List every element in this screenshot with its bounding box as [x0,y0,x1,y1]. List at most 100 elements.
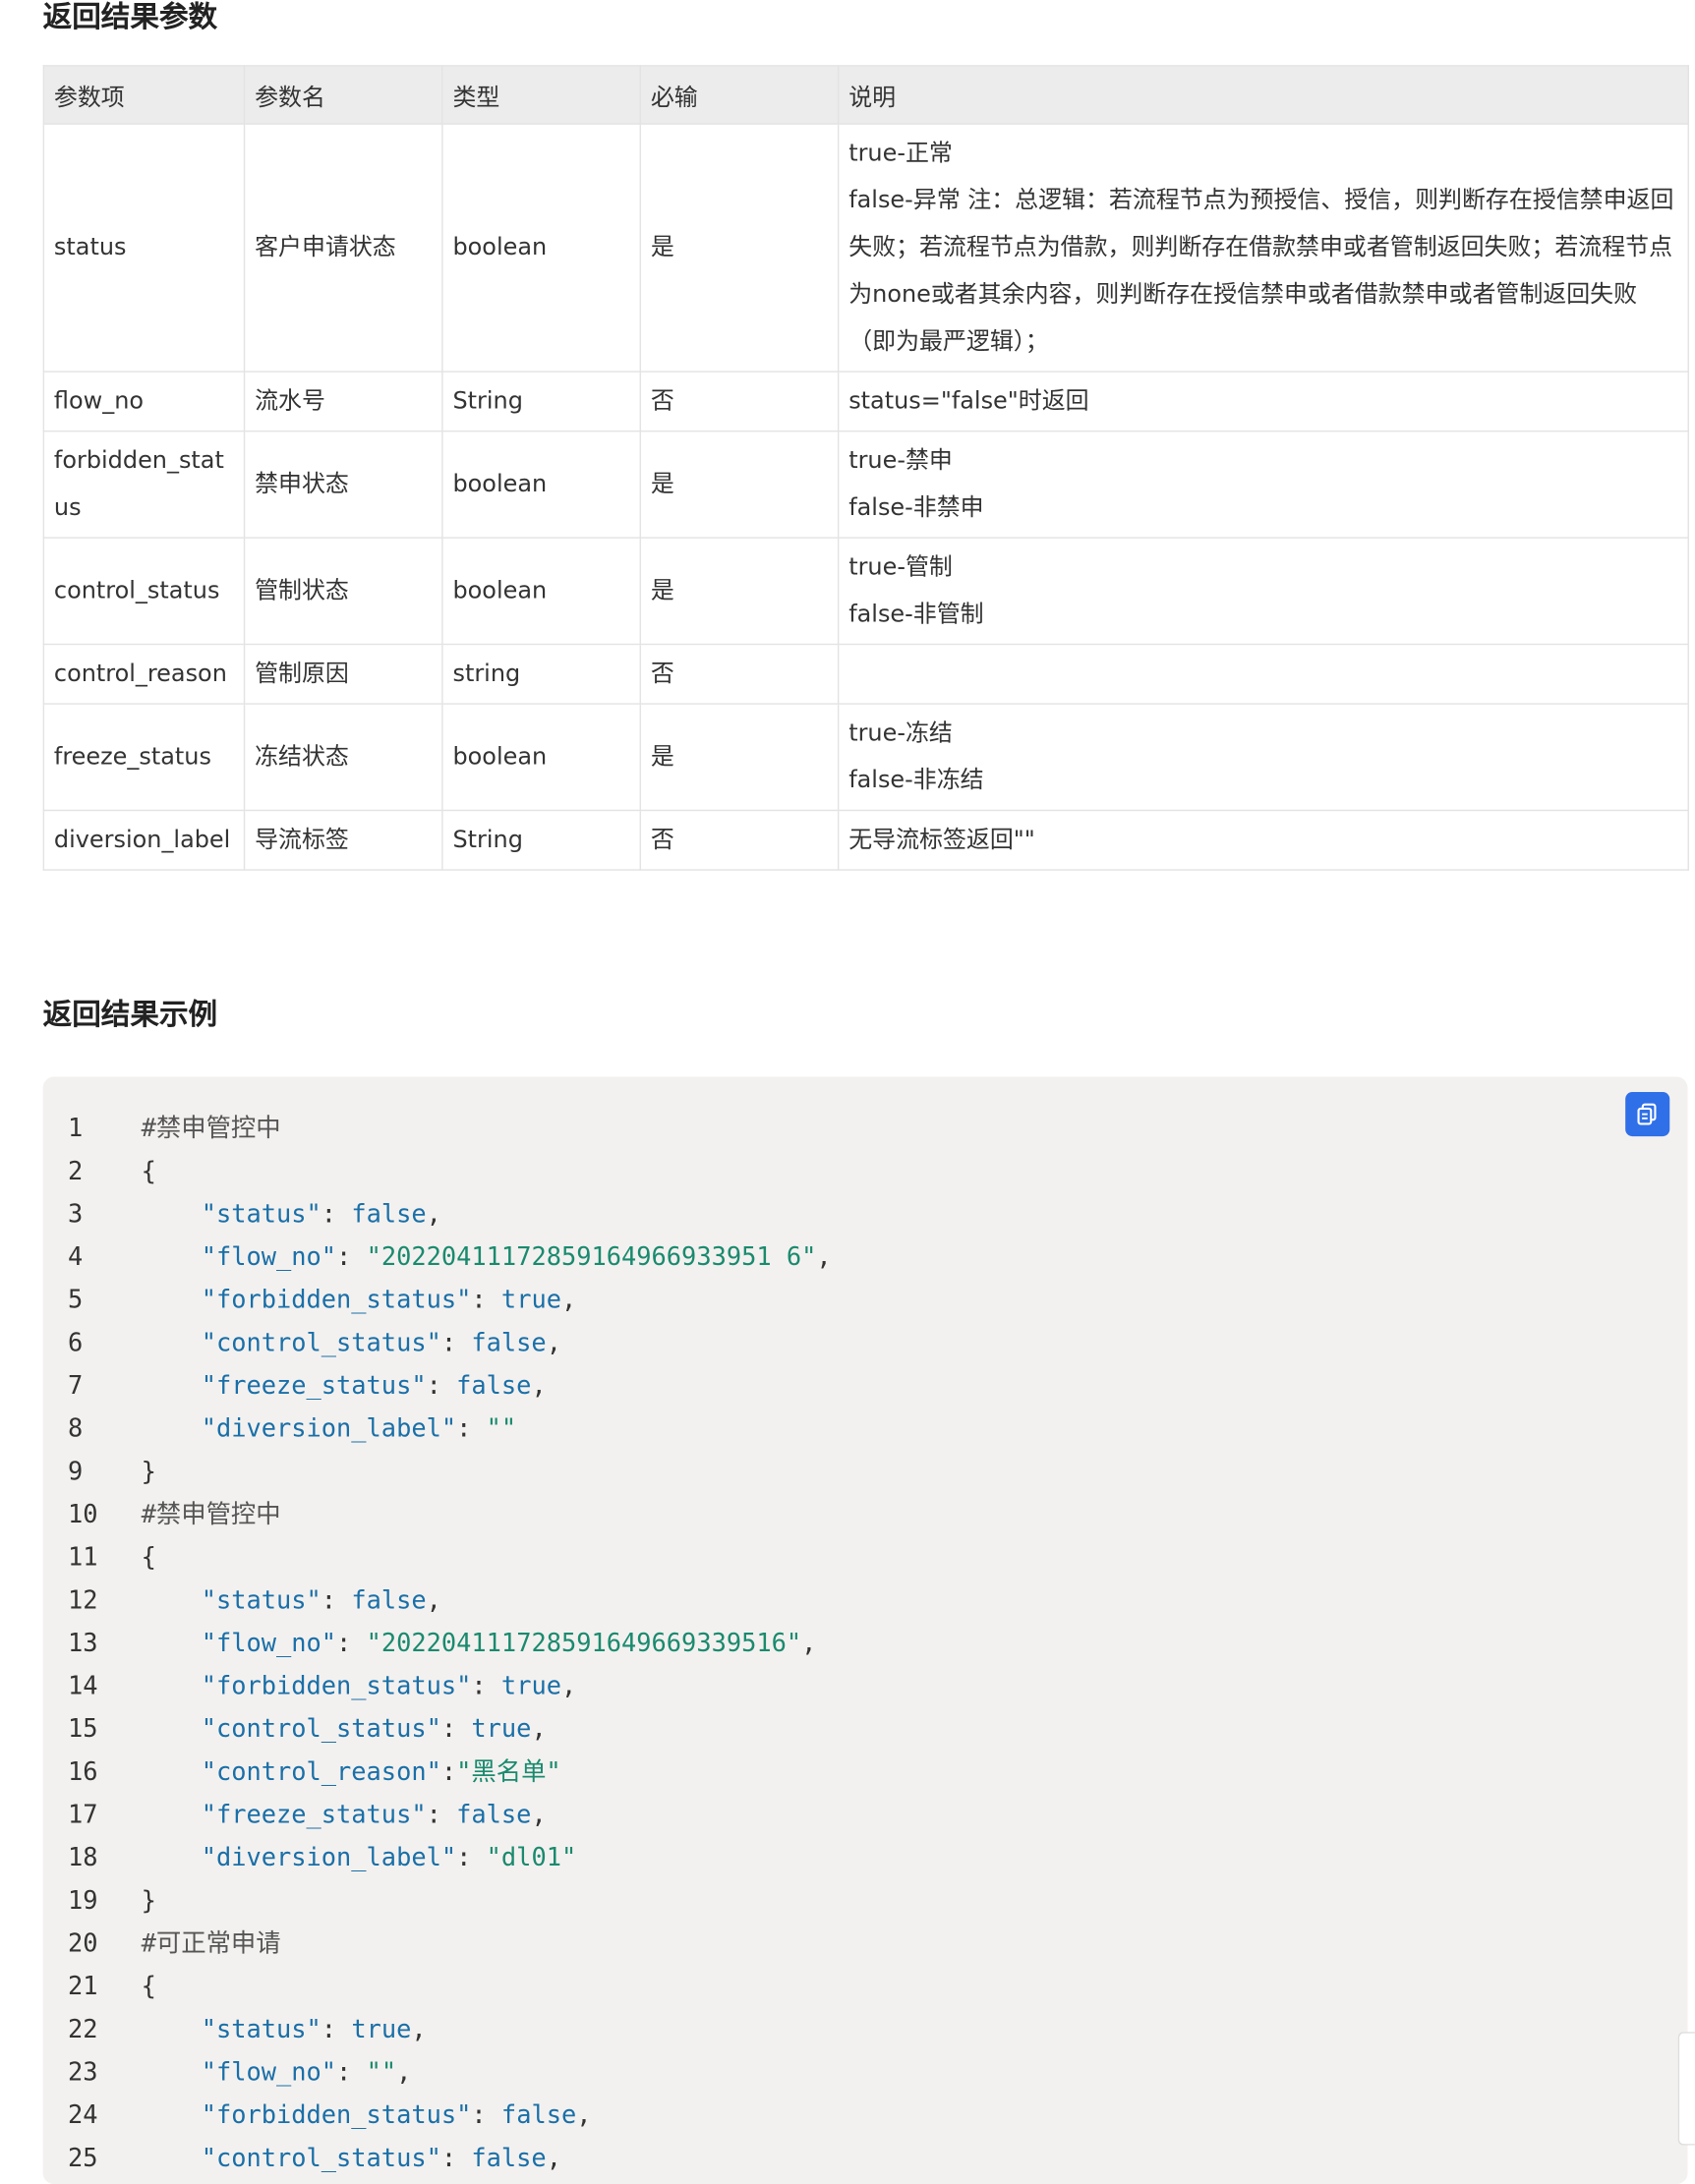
cell-required: 否 [639,809,840,871]
side-panel-handle[interactable] [1677,2032,1695,2146]
cell-desc: true-正常 false-异常 注：总逻辑：若流程节点为预授信、授信，则判断存在… [837,123,1689,373]
code-text: "status": false, [201,1199,441,1230]
cell-name: 管制原因 [243,643,443,705]
line-number: 22 [67,2015,98,2044]
code-text: "forbidden_status": true, [201,1286,577,1315]
cell-type: boolean [441,703,641,812]
line-number: 15 [67,1714,98,1745]
table-row: forbidden_status 禁申状态 boolean 是 true-禁申 false… [42,430,1689,539]
code-text: "forbidden_status": false, [201,2100,592,2131]
table-row: status 客户申请状态 boolean 是 true-正常 false-异常 注：总逻… [42,123,1689,373]
page: 返回结果参数 参数项 参数名 类型 必输 说明 status 客户申请状态 bool… [0,0,1695,2184]
line-number: 16 [67,1757,98,1787]
line-number: 20 [67,1928,98,1959]
cell-type: boolean [441,123,641,373]
code-text: "freeze_status": false, [201,1371,547,1402]
line-number: 7 [67,1371,84,1402]
cell-required: 是 [639,703,840,812]
desc-line: false-异常 注：总逻辑：若流程节点为预授信、授信，则判断存在授信禁申返回失… [848,187,1674,356]
params-table: 参数项 参数名 类型 必输 说明 status 客户申请状态 boolean 是 tru… [42,65,1689,871]
line-number: 4 [67,1242,84,1273]
desc-line: true-正常 [848,140,953,168]
table-row: control_status 管制状态 boolean 是 true-管制 false-非… [42,537,1689,646]
desc-line: true-冻结 [848,719,953,748]
code-text: "freeze_status": false, [201,1801,547,1830]
code-text: #可正常申请 [141,1928,281,1959]
col-header-name: 参数名 [243,65,443,125]
line-number: 1 [67,1114,84,1144]
copy-icon [1637,1103,1657,1125]
section-title-example: 返回结果示例 [42,998,218,1032]
cell-field: forbidden_status [42,430,246,539]
cell-name: 导流标签 [243,809,443,871]
table-row: control_reason 管制原因 string 否 [42,643,1689,705]
code-text: "forbidden_status": true, [201,1672,577,1701]
cell-field: freeze_status [42,703,246,812]
line-number: 9 [67,1457,84,1487]
code-text: { [141,1543,156,1573]
line-number: 13 [67,1629,98,1658]
line-number: 14 [67,1672,98,1701]
section-title-params: 返回结果参数 [42,0,218,33]
line-number: 6 [67,1328,84,1358]
cell-desc: true-管制 false-非管制 [837,537,1689,646]
code-text: "control_status": true, [201,1714,547,1745]
col-header-field: 参数项 [42,65,246,125]
code-text: "status": false, [201,1585,441,1616]
code-text: } [141,1886,156,1916]
cell-field: status [42,123,246,373]
line-number: 25 [67,2144,98,2173]
cell-required: 是 [639,123,840,373]
cell-required: 否 [639,643,840,705]
desc-line: status="false"时返回 [848,387,1089,416]
desc-line: true-管制 [848,553,953,582]
cell-desc: status="false"时返回 [837,371,1689,432]
line-number: 19 [67,1886,98,1916]
cell-field: diversion_label [42,809,246,871]
code-text: "flow_no": "20220411172859164966933951 6… [201,1242,832,1273]
desc-line: false-非管制 [848,601,984,629]
desc-line: false-非冻结 [848,767,984,795]
col-header-required: 必输 [639,65,840,125]
cell-type: String [441,371,641,432]
line-number: 18 [67,1843,98,1873]
cell-field: control_reason [42,643,246,705]
col-header-type: 类型 [441,65,641,125]
code-text: "diversion_label": "dl01" [201,1843,577,1873]
cell-name: 客户申请状态 [243,123,443,373]
cell-type: string [441,643,641,705]
cell-name: 冻结状态 [243,703,443,812]
code-text: "flow_no": "202204111728591649669339516"… [201,1629,817,1658]
code-text: "control_status": false, [201,2144,561,2173]
code-text: "flow_no": "", [201,2057,412,2088]
code-text: "control_reason":"黑名单" [201,1757,561,1787]
cell-type: boolean [441,537,641,646]
code-text: { [141,1157,156,1186]
code-text: "diversion_label": "" [201,1414,517,1444]
cell-type: boolean [441,430,641,539]
table-row: freeze_status 冻结状态 boolean 是 true-冻结 false-非冻… [42,703,1689,812]
table-header-row: 参数项 参数名 类型 必输 说明 [42,65,1689,125]
line-number: 21 [67,1972,98,2002]
desc-line: 无导流标签返回"" [848,826,1035,854]
code-text: "control_status": false, [201,1328,561,1358]
code-block: 1 #禁申管控中 2 {3 "status": false, 4 "flow_no": … [42,1076,1688,2184]
code-text: "status": true, [201,2015,427,2044]
copy-button[interactable] [1625,1092,1670,1137]
line-number: 3 [67,1199,84,1230]
cell-desc [837,643,1689,705]
code-text: } [141,1457,156,1487]
cell-field: flow_no [42,371,246,432]
cell-required: 否 [639,371,840,432]
line-number: 24 [67,2100,98,2131]
line-number: 8 [67,1414,84,1444]
line-number: 23 [67,2057,98,2088]
desc-line: false-非禁申 [848,493,984,522]
code-text: { [141,1972,156,2002]
line-number: 11 [67,1543,98,1573]
code-text: #禁申管控中 [141,1114,281,1144]
line-number: 2 [67,1157,84,1186]
col-header-desc: 说明 [837,65,1689,125]
line-number: 17 [67,1801,98,1830]
cell-type: String [441,809,641,871]
